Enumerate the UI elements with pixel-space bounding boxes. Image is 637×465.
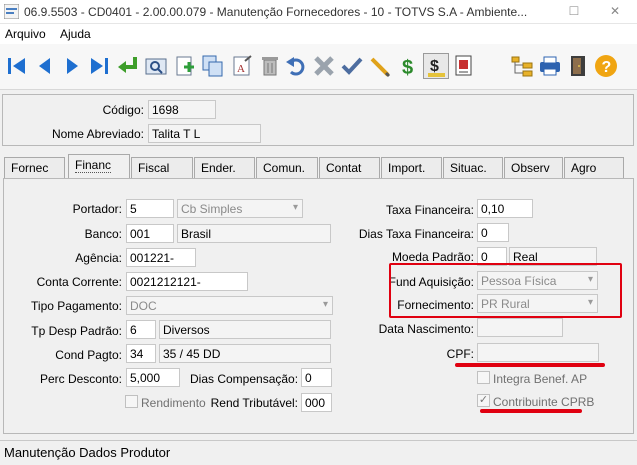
previous-record-icon[interactable] <box>32 53 58 79</box>
tp-desp-name-field[interactable]: Diversos <box>159 320 331 339</box>
print-icon[interactable] <box>537 53 563 79</box>
tab-contat[interactable]: Contat <box>319 157 380 178</box>
data-nascimento-field[interactable] <box>477 318 563 337</box>
next-record-icon[interactable] <box>59 53 85 79</box>
rendimento-checkbox[interactable] <box>125 395 138 408</box>
integra-benef-label: Integra Benef. AP <box>493 372 588 386</box>
svg-text:?: ? <box>602 59 612 76</box>
toolbar: A $ $ ? <box>0 44 637 90</box>
cpf-field[interactable] <box>477 343 599 362</box>
save-icon[interactable] <box>339 53 365 79</box>
chevron-down-icon: ▾ <box>322 299 328 310</box>
nome-abreviado-field[interactable]: Talita T L <box>148 124 261 143</box>
cond-pagto-name-field[interactable]: 35 / 45 DD <box>159 344 331 363</box>
tab-agro[interactable]: Agro <box>564 157 624 178</box>
moeda-padrao-label: Moeda Padrão: <box>391 250 474 264</box>
maximize-button[interactable]: ☐ <box>565 3 583 19</box>
tp-desp-padrao-label: Tp Desp Padrão: <box>31 324 122 338</box>
tp-desp-field[interactable]: 6 <box>126 320 156 339</box>
svg-text:A: A <box>237 63 245 75</box>
portador-field[interactable]: 5 <box>126 199 174 218</box>
first-record-icon[interactable] <box>4 53 30 79</box>
tipo-pagamento-combo[interactable]: DOC ▾ <box>126 296 333 315</box>
cond-pagto-label: Cond Pagto: <box>55 348 122 362</box>
taxa-financeira-field[interactable]: 0,10 <box>477 199 533 218</box>
window-title: 06.9.5503 - CD0401 - 2.00.00.079 - Manut… <box>24 5 528 19</box>
app-icon <box>3 3 20 20</box>
status-bar: Manutenção Dados Produtor <box>0 440 637 465</box>
menu-bar: Arquivo Ajuda <box>0 24 637 44</box>
rend-tributavel-label: Rend Tributável: <box>210 396 298 410</box>
tree-icon[interactable] <box>509 53 535 79</box>
tab-comun[interactable]: Comun. <box>256 157 318 178</box>
dias-taxa-financeira-field[interactable]: 0 <box>477 223 509 242</box>
tab-bar: Fornec Financ Fiscal Ender. Comun. Conta… <box>4 154 632 178</box>
goto-icon[interactable] <box>115 53 141 79</box>
tab-observ[interactable]: Observ <box>504 157 563 178</box>
exit-icon[interactable] <box>565 53 591 79</box>
tab-fornec[interactable]: Fornec <box>4 157 65 178</box>
money-pressed-icon[interactable]: $ <box>423 53 449 79</box>
perc-desconto-label: Perc Desconto: <box>39 372 122 386</box>
banco-field[interactable]: 001 <box>126 224 174 243</box>
rend-tributavel-field[interactable]: 000 <box>301 393 332 412</box>
banco-name-field[interactable]: Brasil <box>177 224 331 243</box>
chevron-down-icon: ▾ <box>292 202 298 213</box>
portador-combo[interactable]: Cb Simples ▾ <box>177 199 303 218</box>
conta-corrente-field[interactable]: 0021212121- <box>126 272 248 291</box>
integra-benef-checkbox[interactable] <box>477 371 490 384</box>
last-record-icon[interactable] <box>86 53 112 79</box>
cpf-underline <box>455 363 605 367</box>
copy-icon[interactable] <box>200 53 226 79</box>
cpf-label: CPF: <box>446 347 474 361</box>
data-nascimento-label: Data Nascimento: <box>378 322 474 336</box>
tab-import[interactable]: Import. <box>381 157 442 178</box>
delete-icon[interactable] <box>257 53 283 79</box>
tab-ender[interactable]: Ender. <box>194 157 255 178</box>
document-icon[interactable] <box>451 53 477 79</box>
rendimento-label: Rendimento <box>141 396 206 410</box>
nome-abreviado-label: Nome Abreviado: <box>51 127 144 141</box>
status-text: Manutenção Dados Produtor <box>4 445 171 460</box>
dias-taxa-financeira-label: Dias Taxa Financeira: <box>358 227 474 241</box>
search-icon[interactable] <box>143 53 169 79</box>
tab-financ[interactable]: Financ <box>68 154 130 178</box>
pencil-icon[interactable] <box>367 53 393 79</box>
close-button[interactable]: ✕ <box>606 3 624 19</box>
tab-fiscal[interactable]: Fiscal <box>131 157 193 178</box>
highlight-box <box>389 263 622 318</box>
codigo-label: Código: <box>102 103 144 117</box>
tipo-pagamento-label: Tipo Pagamento: <box>31 299 122 313</box>
svg-text:$: $ <box>430 58 439 75</box>
add-icon[interactable] <box>172 53 198 79</box>
codigo-field[interactable]: 1698 <box>148 100 216 119</box>
edit-icon[interactable]: A <box>229 53 255 79</box>
money-icon[interactable]: $ <box>396 53 422 79</box>
tab-situac[interactable]: Situac. <box>443 157 503 178</box>
contribuinte-cprb-checkbox[interactable]: ✓ <box>477 394 490 407</box>
agencia-label: Agência: <box>75 251 122 265</box>
conta-corrente-label: Conta Corrente: <box>36 275 122 289</box>
dias-compensacao-field[interactable]: 0 <box>301 368 332 387</box>
menu-ajuda[interactable]: Ajuda <box>60 27 91 41</box>
contribuinte-cprb-label: Contribuinte CPRB <box>493 395 595 409</box>
undo-icon[interactable] <box>283 53 309 79</box>
title-bar: 06.9.5503 - CD0401 - 2.00.00.079 - Manut… <box>0 0 637 24</box>
menu-arquivo[interactable]: Arquivo <box>5 27 46 41</box>
taxa-financeira-label: Taxa Financeira: <box>385 203 474 217</box>
svg-text:$: $ <box>402 57 413 79</box>
perc-desconto-field[interactable]: 5,000 <box>126 368 180 387</box>
portador-label: Portador: <box>72 202 122 216</box>
cond-pagto-field[interactable]: 34 <box>126 344 156 363</box>
agencia-field[interactable]: 001221- <box>126 248 196 267</box>
dias-compensacao-label: Dias Compensação: <box>190 372 299 386</box>
banco-label: Banco: <box>84 227 122 241</box>
cprb-underline <box>480 409 582 413</box>
help-icon[interactable]: ? <box>593 53 619 79</box>
cancel-icon[interactable] <box>311 53 337 79</box>
